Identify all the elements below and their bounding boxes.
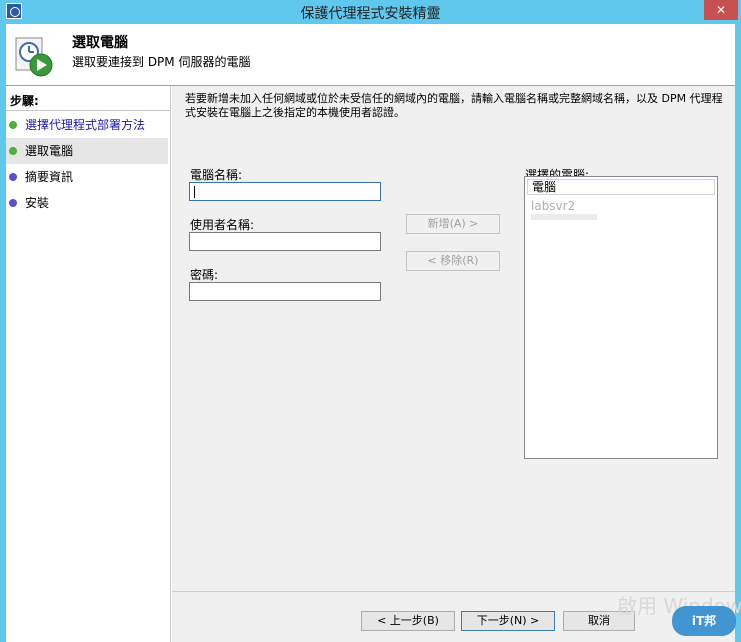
steps-panel: 步驟: 選擇代理程式部署方法 選取電腦摘要資訊安裝	[6, 86, 171, 642]
step-item[interactable]: 安裝	[6, 190, 168, 216]
selected-computers-list[interactable]: 電腦 labsvr2	[524, 176, 718, 459]
instruction-text: 若要新增未加入任何網域或位於未受信任的網域內的電腦，請輸入電腦名稱或完整網域名稱…	[185, 92, 723, 119]
next-button[interactable]: 下一步(N) >	[461, 611, 555, 631]
clock-play-icon	[15, 37, 53, 77]
add-button[interactable]: 新增(A) >	[406, 214, 500, 234]
step-label: 安裝	[25, 196, 50, 210]
page-subtitle: 選取要連接到 DPM 伺服器的電腦	[72, 55, 251, 69]
step-label: 摘要資訊	[25, 170, 74, 184]
password-input[interactable]	[189, 282, 381, 301]
step-label: 選取電腦	[25, 144, 74, 158]
page-title: 選取電腦	[72, 35, 128, 51]
close-button[interactable]: ✕	[704, 0, 738, 20]
step-label: 選擇代理程式部署方法	[25, 118, 146, 132]
title-bar: 保護代理程式安裝精靈 ✕	[0, 0, 741, 24]
step-item[interactable]: 選取電腦	[6, 138, 168, 164]
list-column-header[interactable]: 電腦	[527, 179, 715, 195]
step-status-icon	[9, 147, 17, 155]
wizard-client-area: 選取電腦 選取要連接到 DPM 伺服器的電腦 步驟: 選擇代理程式部署方法 選取電…	[6, 24, 735, 642]
remove-button[interactable]: < 移除(R)	[406, 251, 500, 271]
step-item[interactable]: 選擇代理程式部署方法	[6, 112, 168, 138]
back-button[interactable]: < 上一步(B)	[361, 611, 455, 631]
site-logo: iT邦	[672, 606, 736, 636]
computer-name-label: 電腦名稱:	[190, 168, 243, 182]
list-item-redacted	[531, 214, 597, 220]
steps-heading: 步驟:	[10, 94, 39, 108]
steps-divider	[6, 110, 170, 111]
computer-name-input[interactable]	[189, 182, 381, 201]
window-title: 保護代理程式安裝精靈	[300, 6, 441, 22]
list-item[interactable]: labsvr2	[531, 199, 575, 213]
step-item[interactable]: 摘要資訊	[6, 164, 168, 190]
step-status-icon	[9, 173, 17, 181]
username-input[interactable]	[189, 232, 381, 251]
username-label: 使用者名稱:	[190, 218, 255, 232]
main-panel: 若要新增未加入任何網域或位於未受信任的網域內的電腦，請輸入電腦名稱或完整網域名稱…	[172, 86, 735, 642]
step-status-icon	[9, 199, 17, 207]
text-caret	[194, 186, 195, 198]
wizard-header: 選取電腦 選取要連接到 DPM 伺服器的電腦	[6, 24, 735, 86]
step-status-icon	[9, 121, 17, 129]
password-label: 密碼:	[190, 268, 219, 282]
